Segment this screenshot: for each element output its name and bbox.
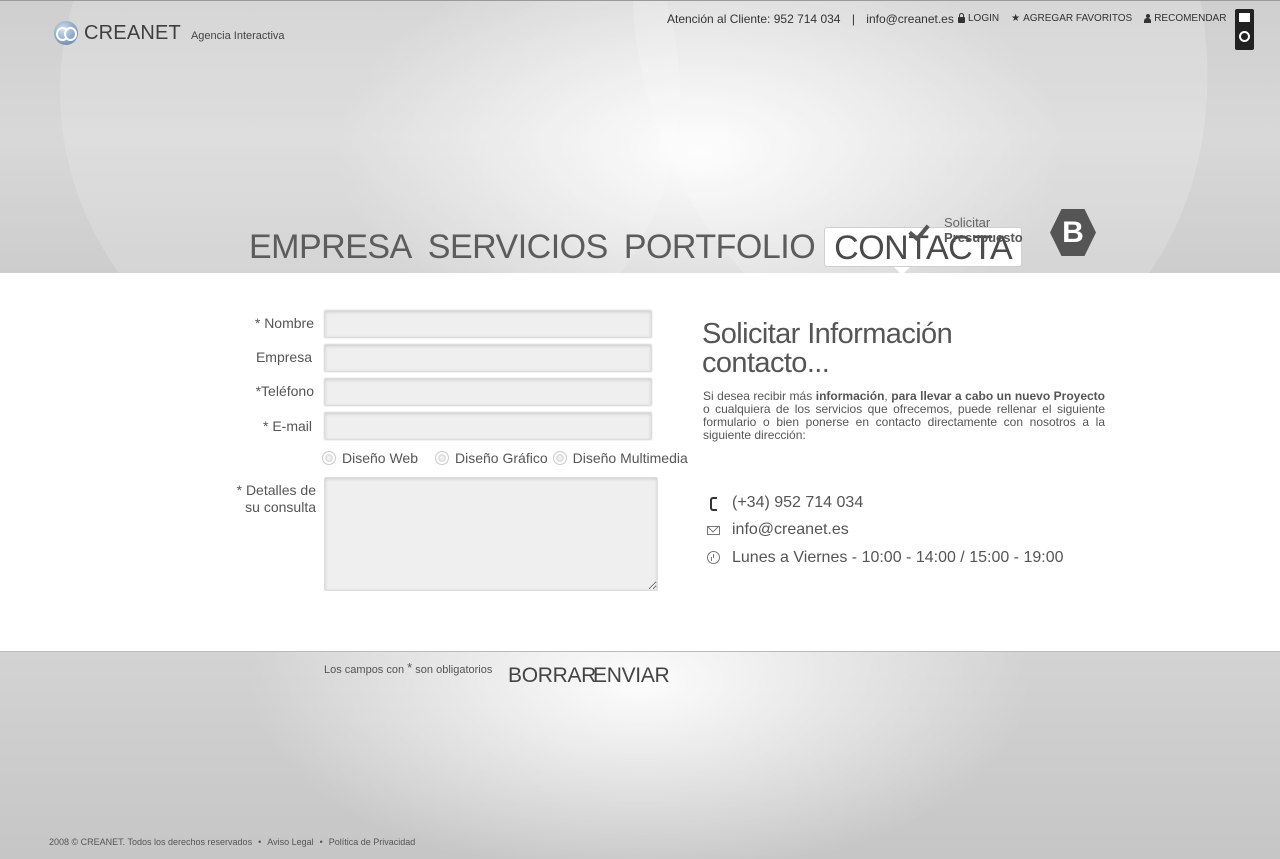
- recommend-link[interactable]: RECOMENDAR: [1144, 13, 1226, 24]
- logo-icon: [54, 21, 78, 45]
- footer-band: Los campos con * son obligatorios BORRAR…: [0, 652, 1280, 859]
- square-icon: [1239, 13, 1250, 22]
- contact-content: * Nombre Empresa *Teléfono * E-mail Dise…: [0, 273, 1280, 652]
- contact-phone-text: (+34) 952 714 034: [732, 494, 864, 511]
- clock-icon: [707, 551, 721, 565]
- favorites-label: AGREGAR FAVORITOS: [1023, 13, 1133, 24]
- separator: |: [851, 12, 855, 26]
- radio-icon: [552, 451, 567, 465]
- info-title-line2: contacto...: [702, 347, 830, 379]
- lock-icon: [958, 12, 965, 23]
- nombre-field-wrap: [324, 310, 652, 338]
- desc-bold2: para llevar a cabo un nuevo Proyecto: [891, 389, 1106, 403]
- circle-icon: [1239, 31, 1250, 42]
- info-title: Solicitar Información contacto...: [702, 320, 1002, 378]
- contact-email: info@creanet.es: [707, 521, 849, 539]
- view-toggle[interactable]: [1235, 9, 1254, 50]
- login-label: LOGIN: [968, 13, 1000, 24]
- phone-icon: [707, 496, 721, 511]
- privacy-link[interactable]: Política de Privacidad: [329, 837, 416, 847]
- request-quote-line2: Presupuesto: [944, 230, 1023, 245]
- required-note-post: son obligatorios: [415, 664, 493, 676]
- telefono-field-wrap: [324, 378, 652, 406]
- brand-name: CREANET: [84, 21, 181, 44]
- details-label-line2: su consulta: [245, 499, 316, 515]
- login-link[interactable]: LOGIN: [958, 12, 1000, 24]
- nav-portfolio[interactable]: PORTFOLIO: [617, 227, 822, 266]
- top-links: LOGIN ★ AGREGAR FAVORITOS RECOMENDAR: [958, 12, 1226, 24]
- option-diseno-multimedia[interactable]: Diseño Multimedia: [552, 450, 688, 466]
- desc-part3: o cualquiera de los servicios que ofrece…: [703, 402, 1105, 442]
- details-label-line1: * Detalles de: [236, 482, 316, 498]
- nombre-label: * Nombre: [254, 315, 314, 331]
- radio-icon: [435, 451, 450, 465]
- footer: 2008 © CREANET. Todos los derechos reser…: [49, 837, 415, 847]
- service-options: Diseño Web Diseño Gráfico Diseño Multime…: [322, 450, 688, 466]
- info-description: Si desea recibir más información, para l…: [703, 390, 1105, 442]
- footer-bullet: •: [319, 837, 323, 847]
- submit-button[interactable]: ENVIAR: [593, 664, 670, 688]
- required-note-star: *: [407, 660, 413, 675]
- option-label: Diseño Web: [342, 450, 419, 466]
- empresa-field-wrap: [324, 344, 652, 372]
- nav-servicios[interactable]: SERVICIOS: [421, 227, 615, 266]
- info-title-line1: Solicitar Información: [702, 318, 953, 350]
- desc-bold1: información: [815, 389, 885, 403]
- telefono-label: *Teléfono: [255, 383, 314, 399]
- brand-tagline: Agencia Interactiva: [190, 30, 285, 42]
- email-field-wrap: [324, 412, 652, 440]
- check-icon: [908, 221, 932, 239]
- footer-bullet: •: [258, 837, 262, 847]
- request-quote-text: Solicitar Presupuesto: [944, 215, 1023, 245]
- mail-icon: [707, 523, 721, 537]
- recommend-label: RECOMENDAR: [1154, 13, 1227, 24]
- desc-part1: Si desea recibir más: [703, 389, 813, 403]
- reset-button[interactable]: BORRAR: [508, 664, 596, 688]
- desc-part2: ,: [884, 389, 888, 403]
- email-label: * E-mail: [262, 418, 312, 434]
- empresa-label: Empresa: [255, 349, 312, 365]
- radio-icon: [322, 451, 336, 465]
- header-email-link[interactable]: info@creanet.es: [866, 12, 954, 26]
- person-icon: [1144, 14, 1152, 23]
- email-input[interactable]: [325, 413, 651, 439]
- header-band: CREANET Agencia Interactiva Atención al …: [0, 0, 1280, 274]
- contact-phone: (+34) 952 714 034: [707, 494, 863, 512]
- customer-service-phone: Atención al Cliente: 952 714 034: [667, 12, 841, 26]
- option-diseno-grafico[interactable]: Diseño Gráfico: [435, 450, 548, 466]
- nav-empresa[interactable]: EMPRESA: [249, 227, 419, 266]
- option-label: Diseño Multimedia: [572, 450, 688, 466]
- contact-hours-text: Lunes a Viernes - 10:00 - 14:00 / 15:00 …: [732, 549, 1064, 566]
- nombre-input[interactable]: [325, 311, 651, 337]
- contact-email-text[interactable]: info@creanet.es: [732, 521, 849, 539]
- empresa-input[interactable]: [325, 345, 651, 371]
- copyright: 2008 © CREANET. Todos los derechos reser…: [49, 837, 253, 847]
- logo[interactable]: CREANET Agencia Interactiva: [54, 21, 285, 45]
- request-quote-link[interactable]: Solicitar Presupuesto: [908, 215, 1023, 245]
- legal-link[interactable]: Aviso Legal: [267, 837, 313, 847]
- star-icon: ★: [1011, 12, 1021, 24]
- details-label: * Detalles de su consulta: [196, 482, 316, 516]
- request-quote-line1: Solicitar: [944, 215, 991, 230]
- option-label: Diseño Gráfico: [455, 450, 548, 466]
- required-note: Los campos con * son obligatorios: [324, 661, 493, 676]
- details-textarea[interactable]: [324, 477, 658, 591]
- option-diseno-web[interactable]: Diseño Web: [322, 450, 418, 466]
- favorites-link[interactable]: ★ AGREGAR FAVORITOS: [1011, 13, 1132, 24]
- telefono-input[interactable]: [325, 379, 651, 405]
- contact-hours: Lunes a Viernes - 10:00 - 14:00 / 15:00 …: [707, 549, 1064, 567]
- required-note-pre: Los campos con: [324, 664, 405, 676]
- customer-service: Atención al Cliente: 952 714 034 | info@…: [667, 12, 954, 26]
